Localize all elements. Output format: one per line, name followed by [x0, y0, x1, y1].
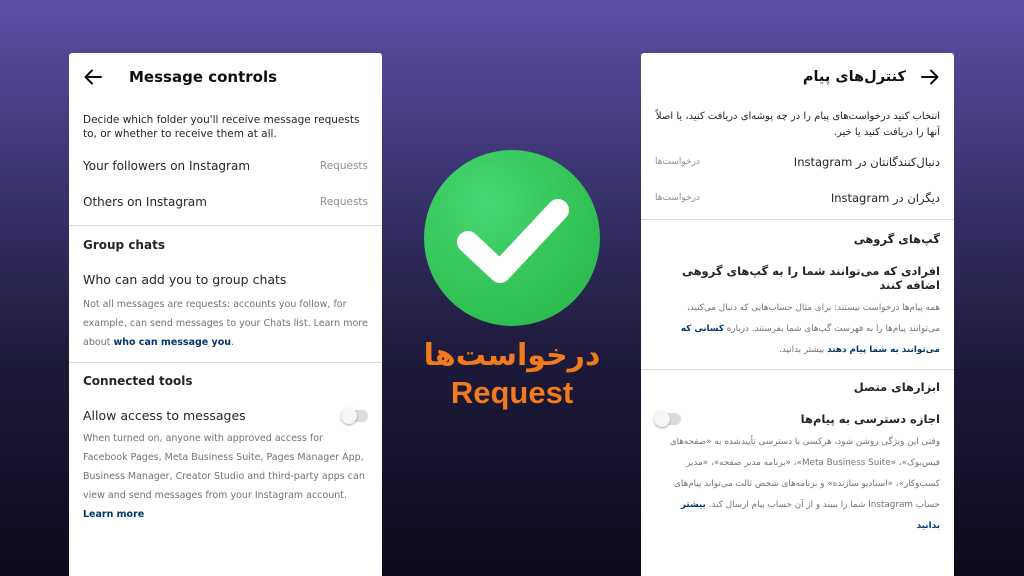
english-title: Request	[450, 375, 574, 410]
persian-title: درخواست‌ها	[423, 338, 601, 373]
connected-tools-note: وقتی این ویژگی روشن شود، هرکسی با دسترسی…	[641, 432, 954, 537]
row-label: Your followers on Instagram	[83, 159, 251, 173]
group-chats-title: گپ‌های گروهی	[853, 232, 940, 246]
row-label: Others on Instagram	[83, 195, 207, 209]
header: کنترل‌های پیام	[641, 53, 954, 101]
check-circle-icon	[424, 150, 600, 326]
others-row[interactable]: دیگران در Instagram درخواست‌ها	[641, 191, 954, 205]
allow-access-toggle[interactable]	[654, 411, 681, 427]
arrow-right-icon[interactable]	[920, 67, 940, 87]
note-end: .	[231, 337, 235, 348]
allow-access-label: Allow access to messages	[83, 408, 246, 423]
note-text: When turned on, anyone with approved acc…	[83, 433, 365, 501]
who-can-message-link[interactable]: who can message you	[113, 337, 231, 348]
row-label: دیگران در Instagram	[830, 191, 940, 205]
persian-message-controls-panel: کنترل‌های پیام انتخاب کنید درخواست‌های پ…	[641, 53, 954, 576]
group-chats-note: Not all messages are requests: accounts …	[69, 295, 382, 352]
toggle-knob	[654, 411, 670, 427]
english-message-controls-panel: Message controls Decide which folder you…	[69, 53, 382, 576]
divider	[641, 219, 954, 220]
others-row[interactable]: Others on Instagram Requests	[69, 195, 382, 209]
intro-text: Decide which folder you'll receive messa…	[83, 114, 360, 140]
note-text: وقتی این ویژگی روشن شود، هرکسی با دسترسی…	[669, 437, 940, 510]
toggle-knob	[341, 407, 357, 424]
row-label: دنبال‌کنندگانتان در Instagram	[793, 155, 940, 169]
learn-more-link[interactable]: Learn more	[83, 509, 144, 520]
arrow-left-icon[interactable]	[83, 67, 103, 87]
who-can-add-option[interactable]: افرادی که می‌توانند شما را به گپ‌های گرو…	[641, 264, 954, 292]
divider	[69, 225, 382, 226]
header: Message controls	[69, 53, 382, 101]
group-chats-note: همه پیام‌ها درخواست نیستند: برای مثال حس…	[641, 298, 954, 361]
connected-tools-title: ابزارهای متصل	[853, 380, 940, 394]
who-can-add-option[interactable]: Who can add you to group chats	[69, 272, 382, 287]
page-title: کنترل‌های پیام	[802, 69, 906, 85]
followers-row[interactable]: دنبال‌کنندگانتان در Instagram درخواست‌ها	[641, 155, 954, 169]
note-text: همه پیام‌ها درخواست نیستند: برای مثال حس…	[686, 303, 940, 334]
row-value: Requests	[319, 160, 368, 172]
divider	[69, 362, 382, 363]
row-value: درخواست‌ها	[655, 193, 700, 203]
group-chats-title: Group chats	[83, 238, 165, 252]
row-value: Requests	[319, 196, 368, 208]
intro-text: انتخاب کنید درخواست‌های پیام را در چه پو…	[655, 111, 940, 138]
allow-access-row: Allow access to messages	[69, 407, 382, 424]
connected-tools-title: Connected tools	[83, 374, 193, 388]
connected-tools-note: When turned on, anyone with approved acc…	[69, 429, 382, 524]
allow-access-row: اجازه دسترسی به پیام‌ها	[641, 411, 954, 427]
divider	[641, 369, 954, 370]
note-end: بیشتر بدانید.	[779, 345, 828, 355]
allow-access-label: اجازه دسترسی به پیام‌ها	[800, 412, 940, 426]
page-title: Message controls	[129, 68, 278, 86]
row-value: درخواست‌ها	[655, 157, 700, 167]
allow-access-toggle[interactable]	[341, 407, 368, 424]
center-badge-area: درخواست‌ها Request	[400, 150, 624, 411]
followers-row[interactable]: Your followers on Instagram Requests	[69, 159, 382, 173]
